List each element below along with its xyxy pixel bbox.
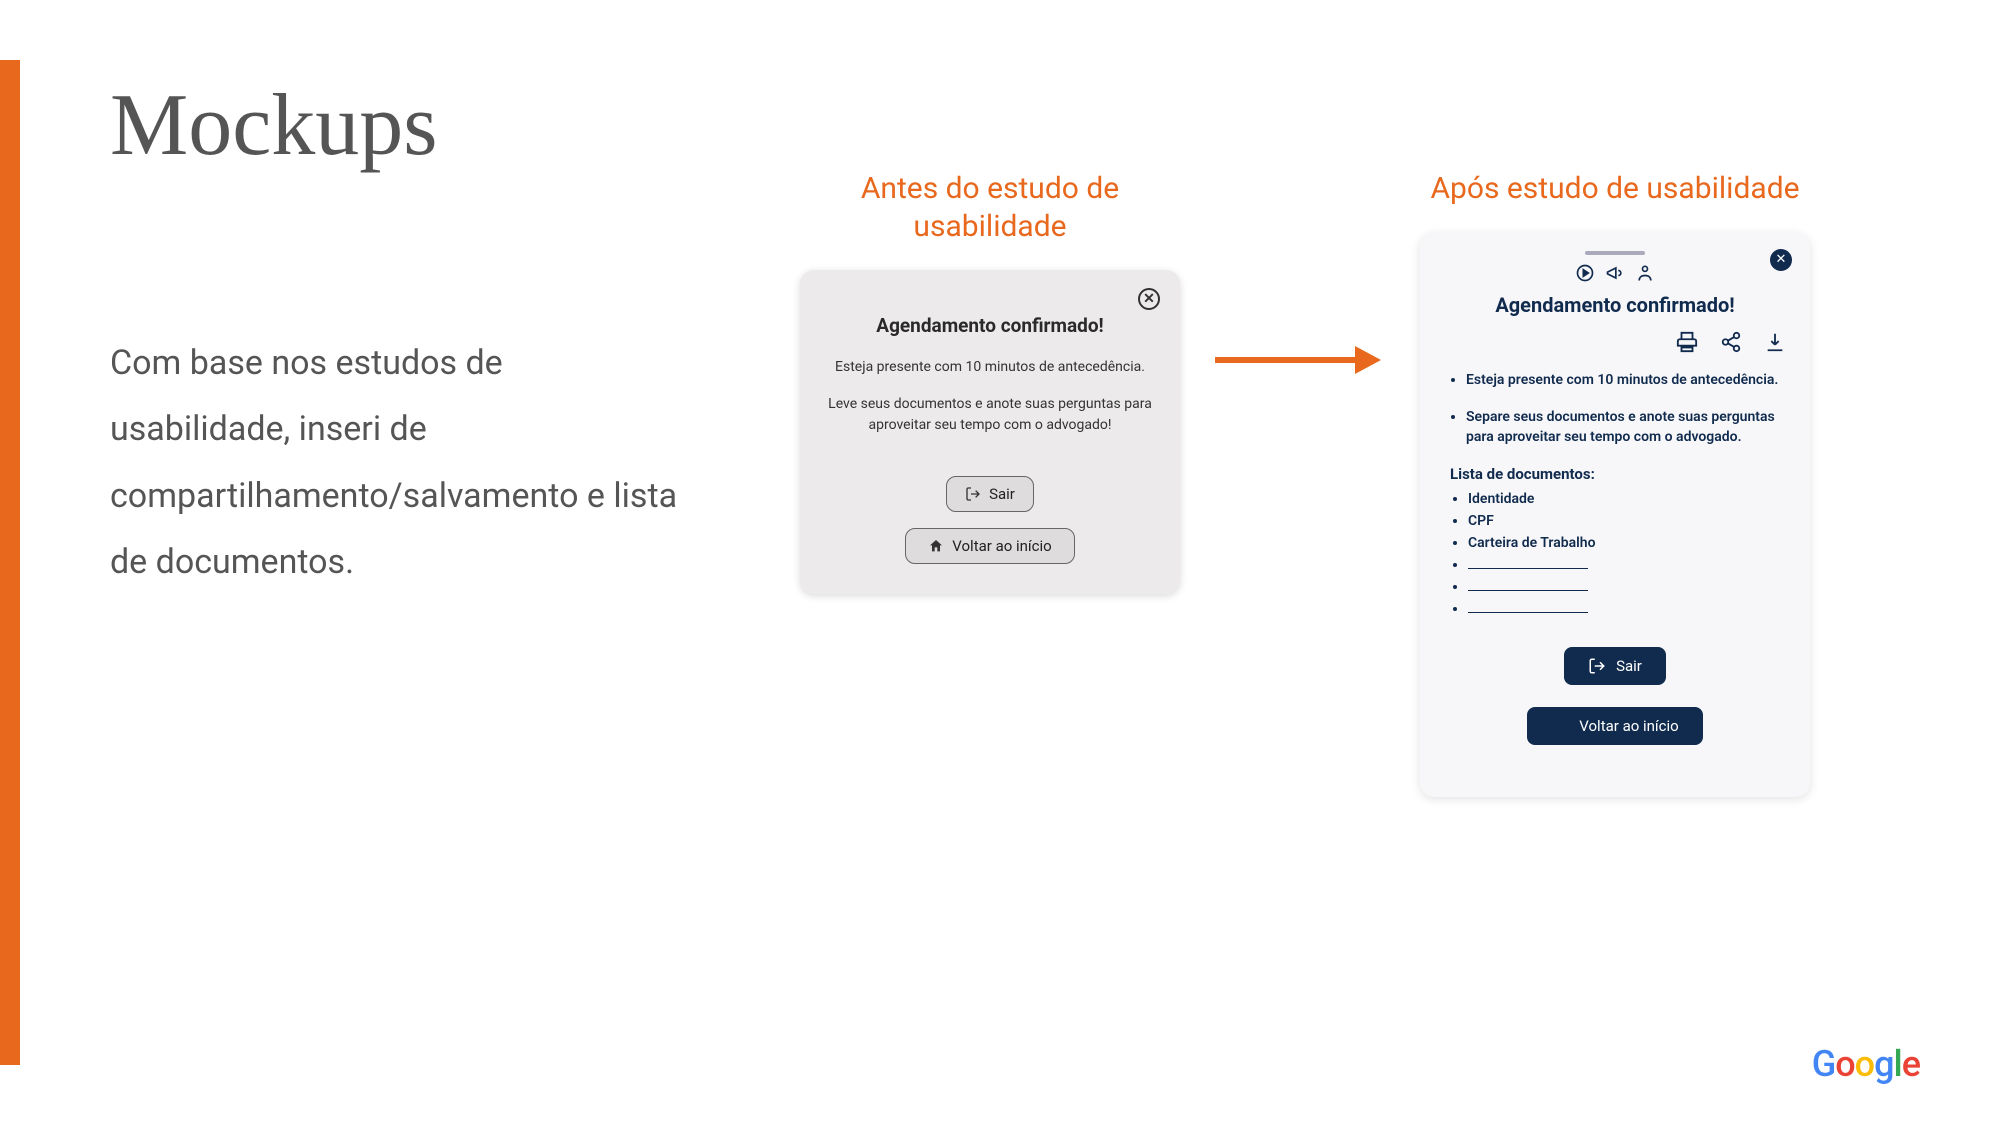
- exit-label: Sair: [989, 485, 1015, 503]
- mockup-before: ✕ Agendamento confirmado! Esteja present…: [800, 270, 1180, 594]
- after-label: Após estudo de usabilidade: [1400, 170, 1830, 208]
- column-before: Antes do estudo de usabilidade ✕ Agendam…: [790, 170, 1190, 594]
- mockup-after: ✕ Agendamento confirmado! Esteja present…: [1420, 233, 1810, 798]
- arrow-icon: [1215, 345, 1385, 375]
- exit-button[interactable]: Sair: [946, 476, 1034, 512]
- close-icon[interactable]: ✕: [1138, 288, 1160, 310]
- before-text-1: Esteja presente com 10 minutos de antece…: [820, 357, 1160, 378]
- before-heading: Agendamento confirmado!: [820, 314, 1160, 337]
- before-text-2: Leve seus documentos e anote suas pergun…: [820, 394, 1160, 436]
- page-title: Mockups: [110, 75, 438, 176]
- print-icon[interactable]: [1676, 331, 1698, 353]
- home-icon: [928, 538, 944, 554]
- instruction-list: Esteja presente com 10 minutos de antece…: [1444, 371, 1786, 448]
- logout-icon: [1588, 657, 1606, 675]
- list-item: Esteja presente com 10 minutos de antece…: [1466, 371, 1786, 391]
- docs-heading: Lista de documentos:: [1450, 465, 1786, 483]
- docs-list: Identidade CPF Carteira de Trabalho: [1444, 491, 1786, 617]
- body-paragraph: Com base nos estudos de usabilidade, ins…: [110, 330, 690, 595]
- megaphone-icon[interactable]: [1605, 263, 1625, 283]
- exit-button[interactable]: Sair: [1564, 647, 1666, 685]
- download-icon[interactable]: [1764, 331, 1786, 353]
- home-icon: [1551, 717, 1569, 735]
- action-icons: [1444, 331, 1786, 353]
- list-item: Separe seus documentos e anote suas perg…: [1466, 408, 1786, 447]
- accent-bar: [0, 60, 20, 1065]
- column-after: Após estudo de usabilidade ✕ Agendamento…: [1400, 170, 1830, 797]
- exit-label: Sair: [1616, 657, 1642, 675]
- home-button[interactable]: Voltar ao início: [1527, 707, 1702, 745]
- share-icon[interactable]: [1720, 331, 1742, 353]
- list-item: [1468, 579, 1786, 595]
- logout-icon: [965, 486, 981, 502]
- list-item: [1468, 601, 1786, 617]
- close-icon[interactable]: ✕: [1770, 249, 1792, 271]
- home-label: Voltar ao início: [1579, 717, 1678, 735]
- before-label: Antes do estudo de usabilidade: [790, 170, 1190, 245]
- accessibility-icons: [1444, 263, 1786, 283]
- drag-handle: [1585, 251, 1645, 255]
- home-button[interactable]: Voltar ao início: [905, 528, 1074, 564]
- list-item: Identidade: [1468, 491, 1786, 507]
- list-item: Carteira de Trabalho: [1468, 535, 1786, 551]
- play-icon[interactable]: [1575, 263, 1595, 283]
- home-label: Voltar ao início: [952, 537, 1051, 555]
- assist-icon[interactable]: [1635, 263, 1655, 283]
- google-logo: Google: [1812, 1043, 1920, 1085]
- list-item: CPF: [1468, 513, 1786, 529]
- after-heading: Agendamento confirmado!: [1444, 293, 1786, 317]
- list-item: [1468, 557, 1786, 573]
